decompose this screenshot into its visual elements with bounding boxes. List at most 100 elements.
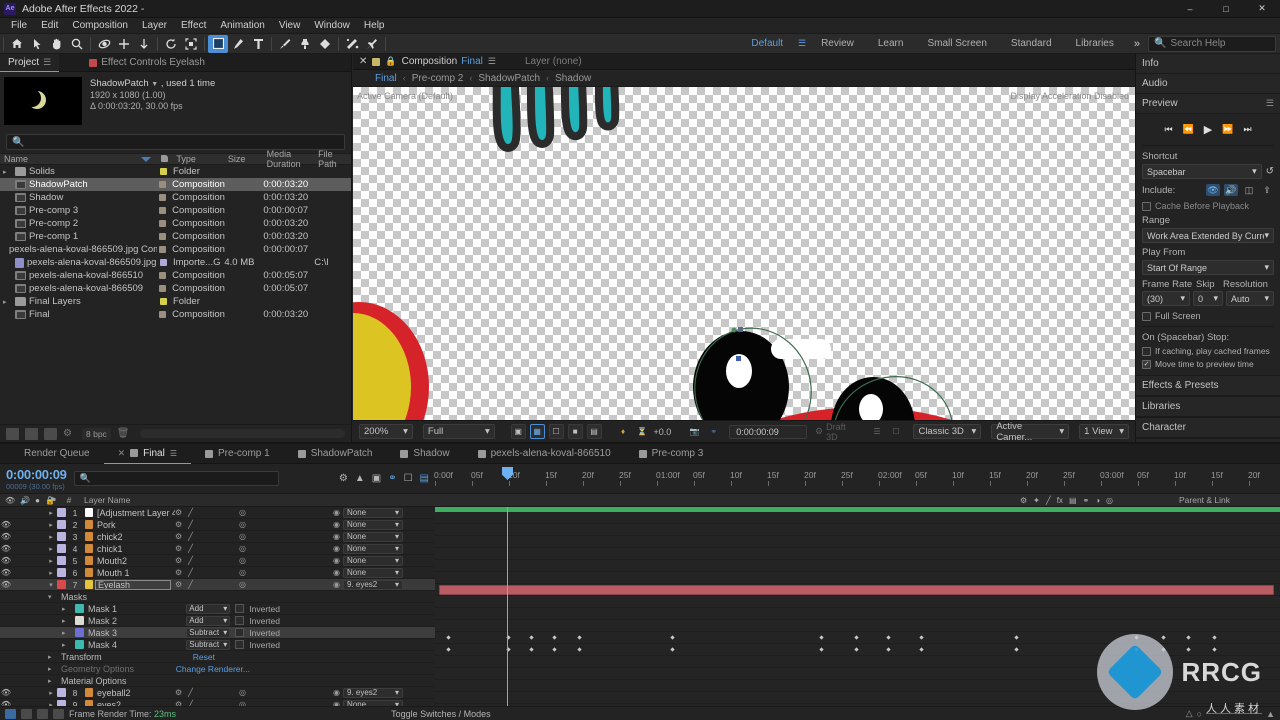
clone-stamp-tool-icon[interactable] xyxy=(295,35,315,53)
layer-label-color[interactable] xyxy=(56,556,67,565)
menu-help[interactable]: Help xyxy=(357,18,392,34)
track-row[interactable] xyxy=(435,596,1280,608)
panel-info[interactable]: Info xyxy=(1136,54,1280,74)
layer-label-color[interactable] xyxy=(56,544,67,553)
preview-menu-icon[interactable]: ☰ xyxy=(1266,98,1274,109)
col-filepath[interactable]: File Path xyxy=(314,149,351,169)
geometry-twisty-icon[interactable]: ▸ xyxy=(48,665,57,673)
three-d-switch-icon[interactable]: ◎ xyxy=(239,520,246,529)
folder-icon[interactable] xyxy=(25,427,38,440)
timeline-layer-row[interactable]: 👁 ▸ 8 eyeball2 ⚙ ╱ ◎ ◉ 9. eyes2 ▾ xyxy=(0,687,435,699)
close-button[interactable]: ✕ xyxy=(1244,0,1280,18)
panel-libraries[interactable]: Libraries xyxy=(1136,396,1280,417)
twisty-icon[interactable]: ▸ xyxy=(3,168,12,176)
timeline-ruler-area[interactable]: 0:00f 05f 10f 15f 20f 25f 01:00f 05f 10f 15f 20f 25… xyxy=(434,464,1280,493)
workspace-learn[interactable]: Learn xyxy=(866,34,916,54)
roto-brush-tool-icon[interactable] xyxy=(342,35,362,53)
mask-row[interactable]: ▸ Mask 2 Add ▾ Inverted xyxy=(0,615,435,627)
renderer-select[interactable]: Classic 3D ▾ xyxy=(913,424,982,439)
timeline-layer-row[interactable]: 👁 ▸ 6 Mouth 1 ⚙ ╱ ◎ ◉ None ▾ xyxy=(0,567,435,579)
workspace-overflow-icon[interactable]: » xyxy=(1126,34,1148,54)
layer-parent[interactable]: ◉ None ▾ xyxy=(330,699,435,706)
three-d-switch-icon[interactable]: ◎ xyxy=(239,568,246,577)
project-list-item[interactable]: Pre-comp 2 Composition 0:00:03:20 xyxy=(0,217,351,230)
layer-twisty-icon[interactable]: ▸ xyxy=(46,701,56,707)
camera-dolly-tool-icon[interactable] xyxy=(134,35,154,53)
eraser-tool-icon[interactable] xyxy=(315,35,335,53)
col-type[interactable]: Type xyxy=(172,154,224,164)
quality-switch-icon[interactable]: ╱ xyxy=(188,508,193,517)
track-row[interactable] xyxy=(435,524,1280,536)
shy-switch-icon[interactable]: ⚙ xyxy=(175,532,182,541)
timeline-layer-row[interactable]: 👁 ▸ 9 eyes2 ⚙ ╱ ◎ ◉ None ▾ xyxy=(0,699,435,706)
pickwhip-icon[interactable]: ◉ xyxy=(333,700,340,706)
mask-color-chip[interactable] xyxy=(75,604,84,613)
layer-parent[interactable]: ◉ None ▾ xyxy=(330,555,435,566)
breadcrumb-shadowpatch[interactable]: ShadowPatch xyxy=(478,73,540,84)
pickwhip-icon[interactable]: ◉ xyxy=(333,688,340,697)
new-folder-icon[interactable] xyxy=(6,427,19,440)
type-tool-icon[interactable] xyxy=(248,35,268,53)
menu-window[interactable]: Window xyxy=(307,18,357,34)
track-row[interactable] xyxy=(435,572,1280,584)
col-name[interactable]: Name xyxy=(0,154,157,164)
timeline-layer-row[interactable]: 👁 ▸ 3 chick2 ⚙ ╱ ◎ ◉ None ▾ xyxy=(0,531,435,543)
track-row[interactable] xyxy=(435,512,1280,524)
layer-label-color[interactable] xyxy=(56,520,67,529)
selection-tool-icon[interactable] xyxy=(27,35,47,53)
layer-twisty-icon[interactable]: ▸ xyxy=(46,689,56,697)
layer-name[interactable]: chick2 xyxy=(95,532,175,542)
label-color-chip[interactable] xyxy=(159,311,167,318)
label-color-chip[interactable] xyxy=(160,298,168,305)
project-list-item[interactable]: ShadowPatch Composition 0:00:03:20 xyxy=(0,178,351,191)
layer-twisty-icon[interactable]: ▸ xyxy=(46,521,56,529)
track-row[interactable] xyxy=(435,560,1280,572)
timeline-tab[interactable]: Pre-comp 3 xyxy=(625,444,718,464)
project-list-item[interactable]: Pre-comp 3 Composition 0:00:00:07 xyxy=(0,204,351,217)
mask-mode-select[interactable]: Subtract ▾ xyxy=(186,639,231,650)
full-screen-checkbox[interactable] xyxy=(1142,311,1151,321)
mask-twisty-icon[interactable]: ▸ xyxy=(62,641,71,649)
snapshot-compare-button[interactable]: ▤ xyxy=(586,424,602,439)
viewer-menu-icon[interactable]: ☰ xyxy=(488,56,496,67)
exposure-value[interactable]: +0.0 xyxy=(653,427,671,437)
layer-switches[interactable]: ⚙ ╱ ◎ xyxy=(175,700,330,706)
lock-icon[interactable]: 🔒 xyxy=(385,56,396,67)
layer-name[interactable]: eyes2 xyxy=(95,700,175,707)
quality-switch-icon[interactable]: ╱ xyxy=(188,700,193,706)
three-d-switch-icon[interactable]: ◎ xyxy=(239,688,246,697)
camera-view-select[interactable]: Active Camer... ▾ xyxy=(991,421,1070,443)
transform-reset-link[interactable]: Reset xyxy=(193,652,215,662)
quality-switch-icon[interactable]: ╱ xyxy=(188,544,193,553)
project-search-input[interactable]: 🔍 xyxy=(6,134,345,150)
layer-parent[interactable]: ◉ None ▾ xyxy=(330,543,435,554)
layer-switches[interactable]: ⚙ ╱ ◎ xyxy=(175,544,330,553)
label-color-chip[interactable] xyxy=(160,259,168,266)
include-export-icon[interactable]: ⇪ xyxy=(1260,184,1274,196)
pickwhip-icon[interactable]: ◉ xyxy=(333,520,340,529)
breadcrumb-final[interactable]: Final xyxy=(375,73,397,84)
layer-parent[interactable]: ◉ None ▾ xyxy=(330,519,435,530)
viewer-layer-tab[interactable]: Layer (none) xyxy=(525,56,582,67)
workspace-standard[interactable]: Standard xyxy=(999,34,1064,54)
shy-switch-icon[interactable]: ⚙ xyxy=(175,556,182,565)
parent-select[interactable]: None ▾ xyxy=(342,567,403,578)
parent-select[interactable]: 9. eyes2 ▾ xyxy=(342,687,403,698)
timeline-tab[interactable]: pexels-alena-koval-866510 xyxy=(464,444,625,464)
play-from-select[interactable]: Start Of Range ▾ xyxy=(1142,260,1274,275)
play-icon[interactable]: ▶ xyxy=(1204,123,1212,136)
project-list-item[interactable]: pexels-alena-koval-866509 Composition 0:00… xyxy=(0,282,351,295)
tab-project[interactable]: Project ☰ xyxy=(0,53,60,72)
mask-twisty-icon[interactable]: ▸ xyxy=(62,629,71,637)
timeline-property-row[interactable]: ▾ Masks xyxy=(0,591,435,603)
time-ruler[interactable]: 0:00f 05f 10f 15f 20f 25f 01:00f 05f 10f 15f 20f 25… xyxy=(434,470,1280,488)
project-list-item[interactable]: pexels-alena-koval-866510 Composition 0:00… xyxy=(0,269,351,282)
layer-twisty-icon[interactable]: ▸ xyxy=(46,545,56,553)
three-d-switch-icon[interactable]: ◎ xyxy=(239,556,246,565)
workspace-libraries[interactable]: Libraries xyxy=(1064,34,1126,54)
three-d-switch-icon[interactable]: ◎ xyxy=(239,508,246,517)
shy-switch-icon[interactable]: ⚙ xyxy=(175,508,182,517)
draft-3d-timeline-icon[interactable]: ▲ xyxy=(355,473,365,484)
label-color-chip[interactable] xyxy=(159,207,167,214)
label-color-chip[interactable] xyxy=(159,285,167,292)
